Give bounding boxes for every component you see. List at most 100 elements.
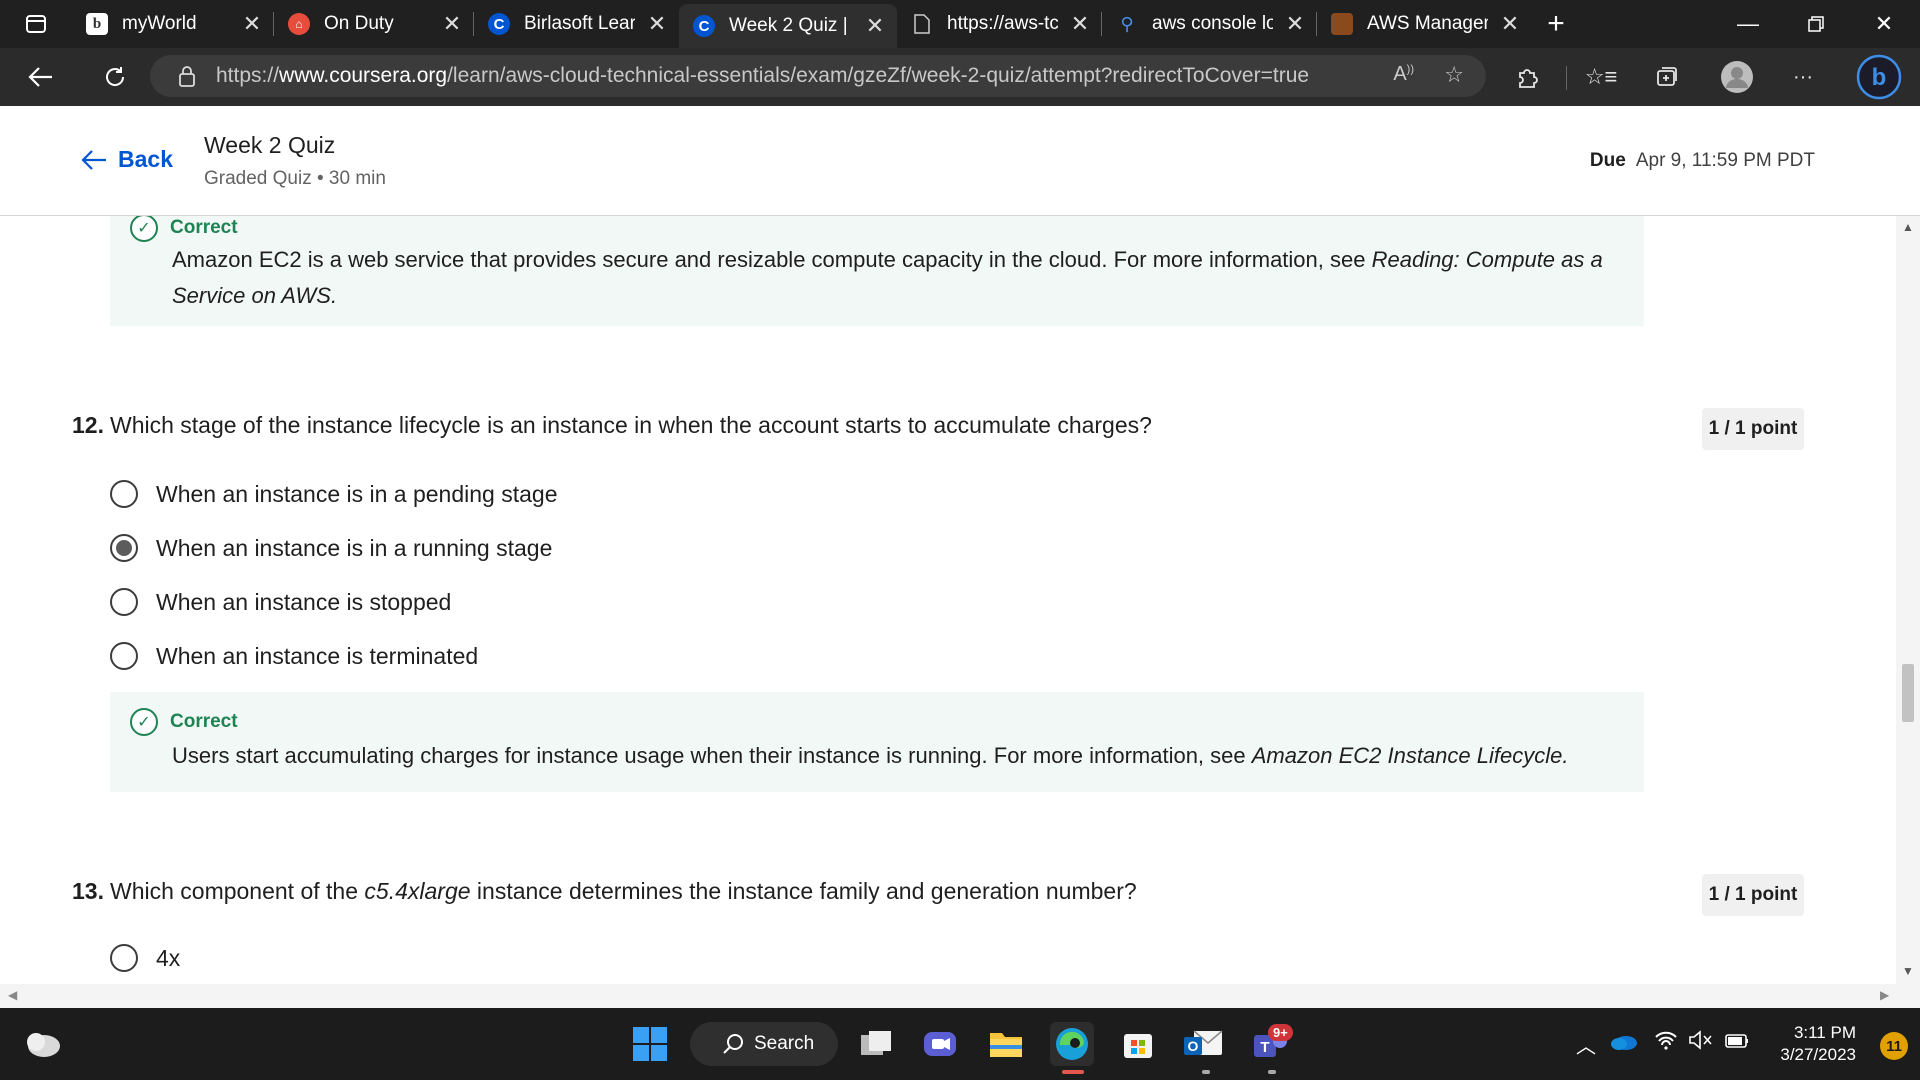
radio-button-selected[interactable] (110, 534, 138, 562)
taskbar-search[interactable]: Search (690, 1022, 838, 1066)
close-window-button[interactable]: ✕ (1850, 0, 1918, 48)
battery-icon[interactable] (1724, 1030, 1750, 1056)
page-favicon-icon (911, 13, 933, 35)
option-q12-3[interactable]: When an instance is stopped (110, 588, 451, 616)
option-q12-1[interactable]: When an instance is in a pending stage (110, 480, 558, 508)
restore-button[interactable] (1782, 0, 1850, 48)
myworld-favicon-icon: b (86, 13, 108, 35)
address-bar[interactable]: https://www.coursera.org/learn/aws-cloud… (150, 55, 1486, 97)
horizontal-scrollbar[interactable]: ◀ ▶ (0, 984, 1920, 1008)
scroll-left-icon[interactable]: ◀ (8, 988, 17, 1002)
scrollbar-thumb[interactable] (1902, 664, 1914, 722)
radio-button[interactable] (110, 944, 138, 972)
feedback-text: Amazon EC2 is a web service that provide… (172, 242, 1614, 314)
feedback-box-q11: ✓ Correct Amazon EC2 is a web service th… (110, 216, 1644, 326)
search-favicon-icon: ⚲ (1120, 13, 1134, 34)
add-favorite-icon[interactable]: ☆ (1444, 62, 1464, 88)
tab-title: On Duty (324, 13, 394, 34)
option-q13-1[interactable]: 4x (110, 944, 180, 972)
browser-tab-strip: b myWorld ✕ ⌂ On Duty ✕ C Birlasoft Lear… (0, 0, 1920, 48)
page-title: Week 2 Quiz (204, 132, 336, 158)
tab-aws-console-search[interactable]: ⚲ aws console lo ✕ (1102, 0, 1317, 48)
start-button[interactable] (628, 1022, 672, 1066)
file-explorer-icon[interactable] (984, 1022, 1028, 1066)
back-nav-button[interactable] (20, 56, 62, 98)
tab-title: Birlasoft Learni (524, 13, 635, 34)
radio-button[interactable] (110, 588, 138, 616)
radio-button[interactable] (110, 642, 138, 670)
url-domain: www.coursera.org (279, 64, 448, 87)
minimize-button[interactable]: — (1714, 0, 1782, 48)
question-instance-type: c5.4xlarge (364, 878, 471, 904)
profile-avatar-icon[interactable] (1718, 58, 1756, 96)
tab-aws-tc[interactable]: https://aws-tc-l ✕ (897, 0, 1102, 48)
tab-title: https://aws-tc-l (947, 13, 1058, 34)
scroll-down-icon[interactable]: ▼ (1902, 964, 1914, 978)
read-aloud-icon[interactable]: A)) (1393, 63, 1414, 86)
close-tab-icon[interactable]: ✕ (647, 11, 667, 37)
tab-actions-button[interactable] (0, 0, 72, 48)
back-link[interactable]: Back (80, 146, 173, 173)
close-tab-icon[interactable]: ✕ (442, 11, 462, 37)
notification-count-badge[interactable]: 11 (1880, 1032, 1908, 1060)
collections-icon[interactable] (1648, 58, 1686, 96)
tab-myworld[interactable]: b myWorld ✕ (72, 0, 274, 48)
bing-copilot-icon[interactable]: b (1856, 54, 1902, 100)
extensions-icon[interactable] (1508, 58, 1546, 96)
coursera-favicon-icon: C (488, 13, 510, 35)
feedback-body: Amazon EC2 is a web service that provide… (172, 247, 1372, 272)
clock-time: 3:11 PM (1793, 1023, 1856, 1042)
option-q12-4[interactable]: When an instance is terminated (110, 642, 478, 670)
on-duty-favicon-icon: ⌂ (288, 13, 310, 35)
close-tab-icon[interactable]: ✕ (865, 13, 885, 39)
taskbar-clock[interactable]: 3:11 PM 3/27/2023 (1780, 1022, 1856, 1066)
favorites-icon[interactable]: ☆≡ (1582, 58, 1620, 96)
task-view-icon[interactable] (854, 1022, 898, 1066)
feedback-reference: Amazon EC2 Instance Lifecycle. (1251, 743, 1569, 768)
coursera-favicon-icon: C (693, 15, 715, 37)
tab-on-duty[interactable]: ⌂ On Duty ✕ (274, 0, 474, 48)
radio-button[interactable] (110, 480, 138, 508)
option-q12-2[interactable]: When an instance is in a running stage (110, 534, 552, 562)
vertical-scrollbar[interactable]: ▲ ▼ (1896, 216, 1920, 984)
page-subtitle: Graded Quiz • 30 min (204, 168, 386, 189)
question-number: 13. (72, 878, 104, 904)
tab-title: Week 2 Quiz | C (729, 15, 853, 36)
edge-browser-icon[interactable] (1050, 1022, 1094, 1066)
option-label: 4x (156, 944, 181, 971)
close-tab-icon[interactable]: ✕ (1285, 11, 1305, 37)
tab-birlasoft[interactable]: C Birlasoft Learni ✕ (474, 0, 679, 48)
chevron-up-icon[interactable]: ︿ (1576, 1030, 1596, 1059)
wifi-icon[interactable] (1654, 1030, 1678, 1056)
running-app-indicator (1268, 1070, 1276, 1074)
close-tab-icon[interactable]: ✕ (242, 11, 262, 37)
scroll-up-icon[interactable]: ▲ (1902, 220, 1914, 234)
svg-text:b: b (1872, 64, 1887, 91)
tab-aws-management[interactable]: AWS Managem ✕ (1317, 0, 1532, 48)
restore-icon (1808, 16, 1824, 32)
check-circle-icon: ✓ (130, 708, 158, 736)
option-label: When an instance is in a pending stage (156, 480, 558, 507)
close-tab-icon[interactable]: ✕ (1070, 11, 1090, 37)
onedrive-icon[interactable] (1610, 1032, 1638, 1056)
tab-week2-quiz[interactable]: C Week 2 Quiz | C ✕ (679, 4, 897, 48)
reload-icon (106, 67, 125, 86)
feedback-head: ✓ Correct (130, 708, 238, 736)
due-label: Due (1589, 150, 1626, 171)
url-prefix: https:// (216, 64, 280, 87)
new-tab-button[interactable]: + (1532, 0, 1580, 48)
outlook-icon[interactable]: O (1182, 1022, 1226, 1066)
scroll-right-icon[interactable]: ▶ (1880, 988, 1889, 1002)
more-menu-icon[interactable]: ··· (1784, 58, 1822, 96)
tab-actions-icon (26, 15, 46, 33)
teams-chat-icon[interactable] (918, 1022, 962, 1066)
weather-widget-icon[interactable] (20, 1022, 64, 1066)
microsoft-store-icon[interactable] (1116, 1022, 1160, 1066)
volume-muted-icon[interactable] (1688, 1030, 1714, 1056)
close-tab-icon[interactable]: ✕ (1500, 11, 1520, 37)
reload-button[interactable] (94, 56, 136, 98)
question-text: Which component of the (109, 878, 365, 904)
option-label: When an instance is stopped (156, 588, 452, 615)
option-label: When an instance is terminated (156, 642, 479, 669)
question-text: Which stage of the instance lifecycle is… (109, 412, 1152, 438)
